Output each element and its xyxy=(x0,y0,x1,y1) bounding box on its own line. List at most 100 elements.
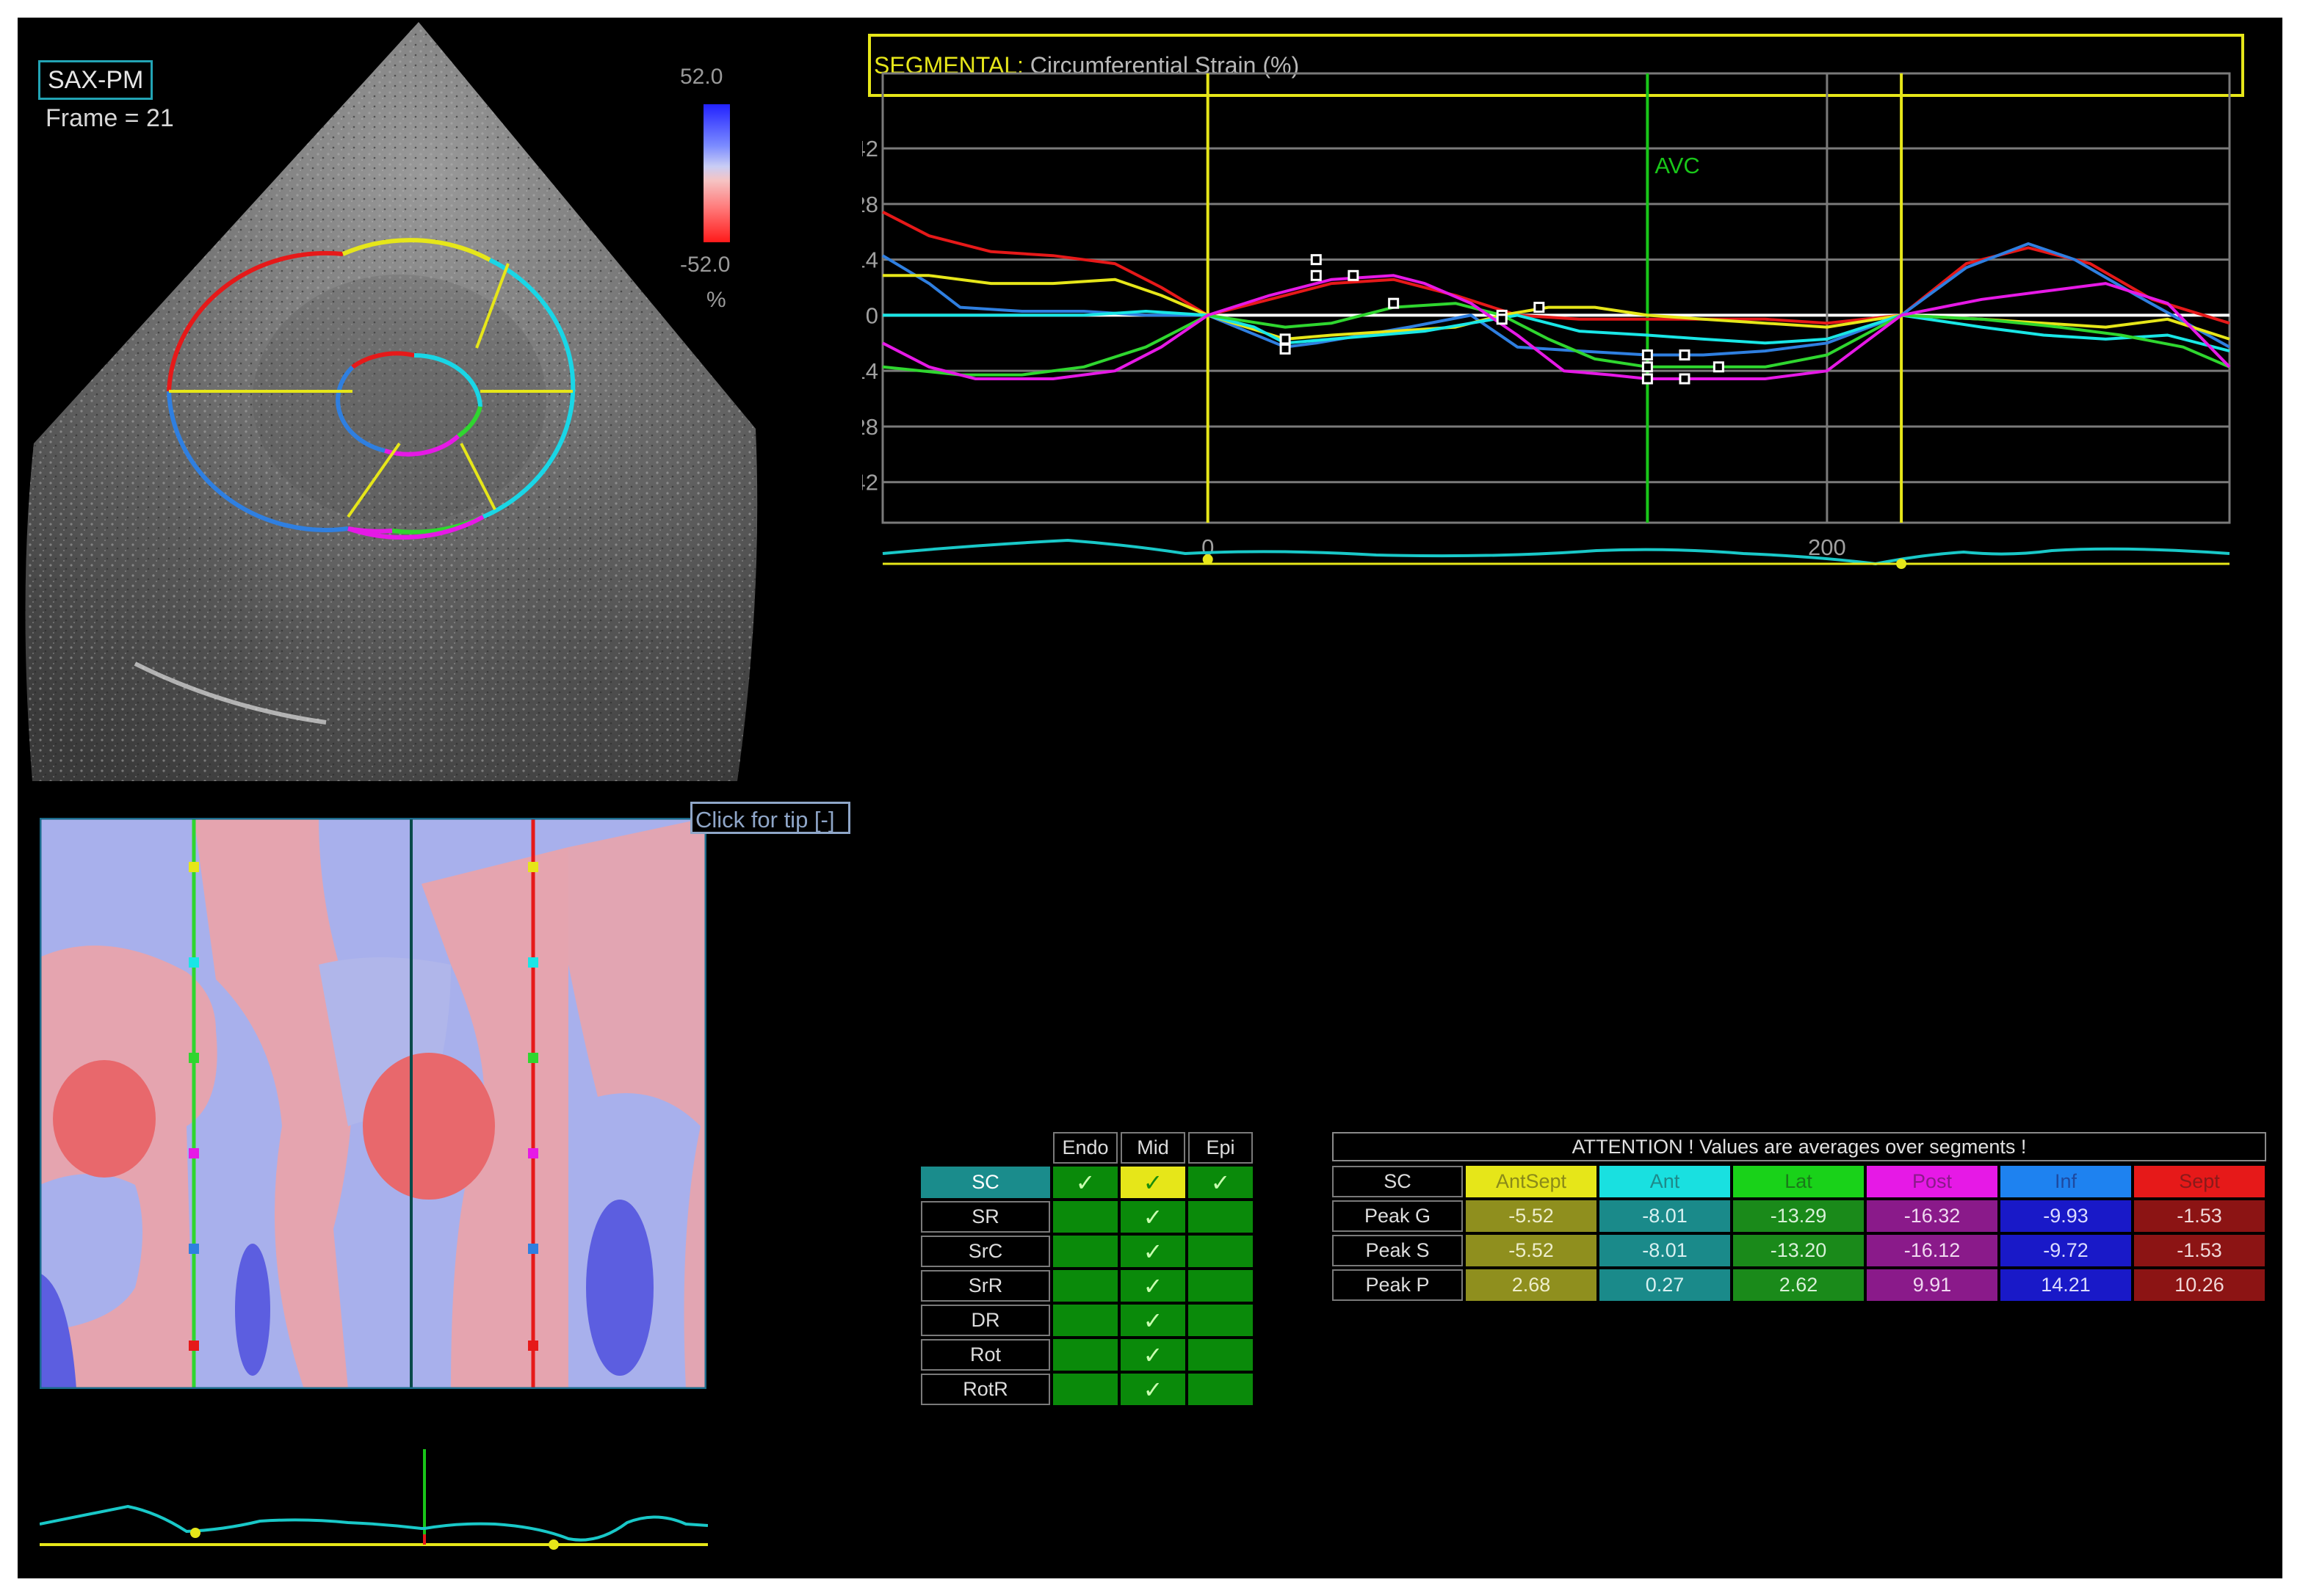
opt-row: Rot ✓ xyxy=(921,1339,1253,1371)
peak-marker xyxy=(1496,313,1508,325)
opt-row: SR ✓ xyxy=(921,1201,1253,1233)
peak-value-cell: -16.12 xyxy=(1867,1235,1997,1266)
opt-param-srr[interactable]: SrR xyxy=(921,1270,1050,1302)
axis-ticks: 0 200 xyxy=(1201,534,1846,560)
segment-header-antsept: AntSept xyxy=(1466,1166,1596,1197)
peak-value-cell: 0.27 xyxy=(1599,1269,1730,1301)
opt-checkbox[interactable] xyxy=(1188,1270,1253,1302)
segment-header-ant: Ant xyxy=(1599,1166,1730,1197)
strain-curves xyxy=(881,210,2231,385)
opt-checkbox[interactable] xyxy=(1053,1270,1118,1302)
check-icon: ✓ xyxy=(1143,1376,1163,1403)
peak-marker xyxy=(1641,361,1653,373)
peak-value-cell: -8.01 xyxy=(1599,1235,1730,1266)
check-icon: ✓ xyxy=(1143,1272,1163,1299)
opt-param-sr[interactable]: SR xyxy=(921,1201,1050,1233)
scale-max-label: 52.0 xyxy=(680,65,723,89)
parameter-options-table: Endo Mid Epi SC ✓ ✓ ✓ SR ✓ SrC ✓ SrR ✓ DR ✓ Rot ✓ RotR ✓ xyxy=(918,1129,1256,1408)
curved-mmode-panel[interactable] xyxy=(40,818,706,1389)
opt-checkbox[interactable]: ✓ xyxy=(1121,1374,1185,1405)
opt-checkbox[interactable] xyxy=(1188,1305,1253,1336)
scale-unit-label: % xyxy=(706,288,726,312)
y-tick-label: -28 xyxy=(862,414,878,440)
peak-marker xyxy=(1279,343,1291,355)
peak-value-cell: -5.52 xyxy=(1466,1235,1596,1266)
event-markers: AVC xyxy=(1206,73,1903,523)
opt-checkbox[interactable] xyxy=(1053,1236,1118,1267)
opt-checkbox[interactable] xyxy=(1053,1201,1118,1233)
opt-checkbox[interactable]: ✓ xyxy=(1121,1305,1185,1336)
opt-checkbox[interactable] xyxy=(1188,1374,1253,1405)
peak-value-cell: -1.53 xyxy=(2134,1200,2265,1232)
peak-marker xyxy=(1279,333,1291,345)
check-icon: ✓ xyxy=(1143,1203,1163,1230)
peak-row: Peak P 2.68 0.27 2.62 9.91 14.21 10.26 xyxy=(1332,1269,2265,1301)
opt-param-rotr[interactable]: RotR xyxy=(921,1374,1050,1405)
peak-marker xyxy=(1641,349,1653,361)
peak-value-cell: -5.52 xyxy=(1466,1200,1596,1232)
opt-checkbox[interactable]: ✓ xyxy=(1188,1167,1253,1198)
echo-image[interactable] xyxy=(18,18,767,803)
click-for-tip-button[interactable]: Click for tip [-] xyxy=(690,802,850,834)
avc-label: AVC xyxy=(1655,153,1699,178)
y-tick-label: -14 xyxy=(862,358,878,384)
y-tick-label: -42 xyxy=(862,470,878,496)
peak-marker xyxy=(1310,254,1322,266)
opt-checkbox[interactable]: ✓ xyxy=(1121,1339,1185,1371)
opt-param-src[interactable]: SrC xyxy=(921,1236,1050,1267)
opt-param-rot[interactable]: Rot xyxy=(921,1339,1050,1371)
opt-param-sc[interactable]: SC xyxy=(921,1167,1050,1198)
peak-value-cell: -16.32 xyxy=(1867,1200,1997,1232)
segment-header-post: Post xyxy=(1867,1166,1997,1197)
segment-header-lat: Lat xyxy=(1733,1166,1864,1197)
opt-row: SrC ✓ xyxy=(921,1236,1253,1267)
opt-checkbox[interactable] xyxy=(1053,1339,1118,1371)
echo-image-panel: SAX-PM Frame = 21 52.0 -52.0 % xyxy=(18,18,767,803)
peak-marker xyxy=(1641,373,1653,385)
opt-checkbox[interactable] xyxy=(1188,1236,1253,1267)
y-tick-label: 0 xyxy=(866,302,878,328)
check-icon: ✓ xyxy=(1143,1238,1163,1265)
opt-checkbox[interactable] xyxy=(1188,1339,1253,1371)
opt-checkbox[interactable] xyxy=(1053,1305,1118,1336)
opt-param-dr[interactable]: DR xyxy=(921,1305,1050,1336)
peak-marker xyxy=(1679,373,1690,385)
peak-row-label: Peak P xyxy=(1332,1269,1463,1301)
scale-min-label: -52.0 xyxy=(680,253,731,277)
color-scale-bar xyxy=(704,104,730,242)
peak-row-label: Peak G xyxy=(1332,1200,1463,1232)
peak-row-label: Peak S xyxy=(1332,1235,1463,1266)
peak-value-cell: 14.21 xyxy=(2000,1269,2131,1301)
strain-chart[interactable]: 42 28 14 0 -14 -28 -42 AVC 0200 xyxy=(862,31,2257,1117)
opt-checkbox[interactable] xyxy=(1188,1201,1253,1233)
opt-row: SrR ✓ xyxy=(921,1270,1253,1302)
peak-value-cell: 2.62 xyxy=(1733,1269,1864,1301)
peak-table-corner: SC xyxy=(1332,1166,1463,1197)
peak-row: Peak S -5.52 -8.01 -13.20 -16.12 -9.72 -1.53 xyxy=(1332,1235,2265,1266)
peak-value-cell: -13.20 xyxy=(1733,1235,1864,1266)
peak-marker xyxy=(1679,349,1690,361)
peak-marker xyxy=(1388,297,1400,309)
ecg-trace-small xyxy=(40,1449,708,1550)
peak-marker xyxy=(1310,269,1322,281)
peak-row: Peak G -5.52 -8.01 -13.29 -16.32 -9.93 -1.53 xyxy=(1332,1200,2265,1232)
frame-label: Frame = 21 xyxy=(46,104,174,132)
peak-values-table: SC AntSept Ant Lat Post Inf Sept Peak G -5.52 -8.… xyxy=(1329,1163,2268,1304)
segment-header-sept: Sept xyxy=(2134,1166,2265,1197)
opt-checkbox[interactable]: ✓ xyxy=(1121,1167,1185,1198)
opt-row: SC ✓ ✓ ✓ xyxy=(921,1167,1253,1198)
opt-checkbox[interactable]: ✓ xyxy=(1121,1201,1185,1233)
opt-checkbox[interactable]: ✓ xyxy=(1053,1167,1118,1198)
opt-column-endo: Endo xyxy=(1053,1132,1118,1164)
peak-value-cell: 10.26 xyxy=(2134,1269,2265,1301)
opt-checkbox[interactable] xyxy=(1053,1374,1118,1405)
segment-header-inf: Inf xyxy=(2000,1166,2131,1197)
opt-checkbox[interactable]: ✓ xyxy=(1121,1236,1185,1267)
peak-value-cell: 9.91 xyxy=(1867,1269,1997,1301)
y-tick-label: 28 xyxy=(862,192,878,217)
attention-notice: ATTENTION ! Values are averages over seg… xyxy=(1332,1132,2266,1161)
peak-value-cell: -1.53 xyxy=(2134,1235,2265,1266)
check-icon: ✓ xyxy=(1143,1341,1163,1368)
opt-checkbox[interactable]: ✓ xyxy=(1121,1270,1185,1302)
peak-value-cell: -9.72 xyxy=(2000,1235,2131,1266)
